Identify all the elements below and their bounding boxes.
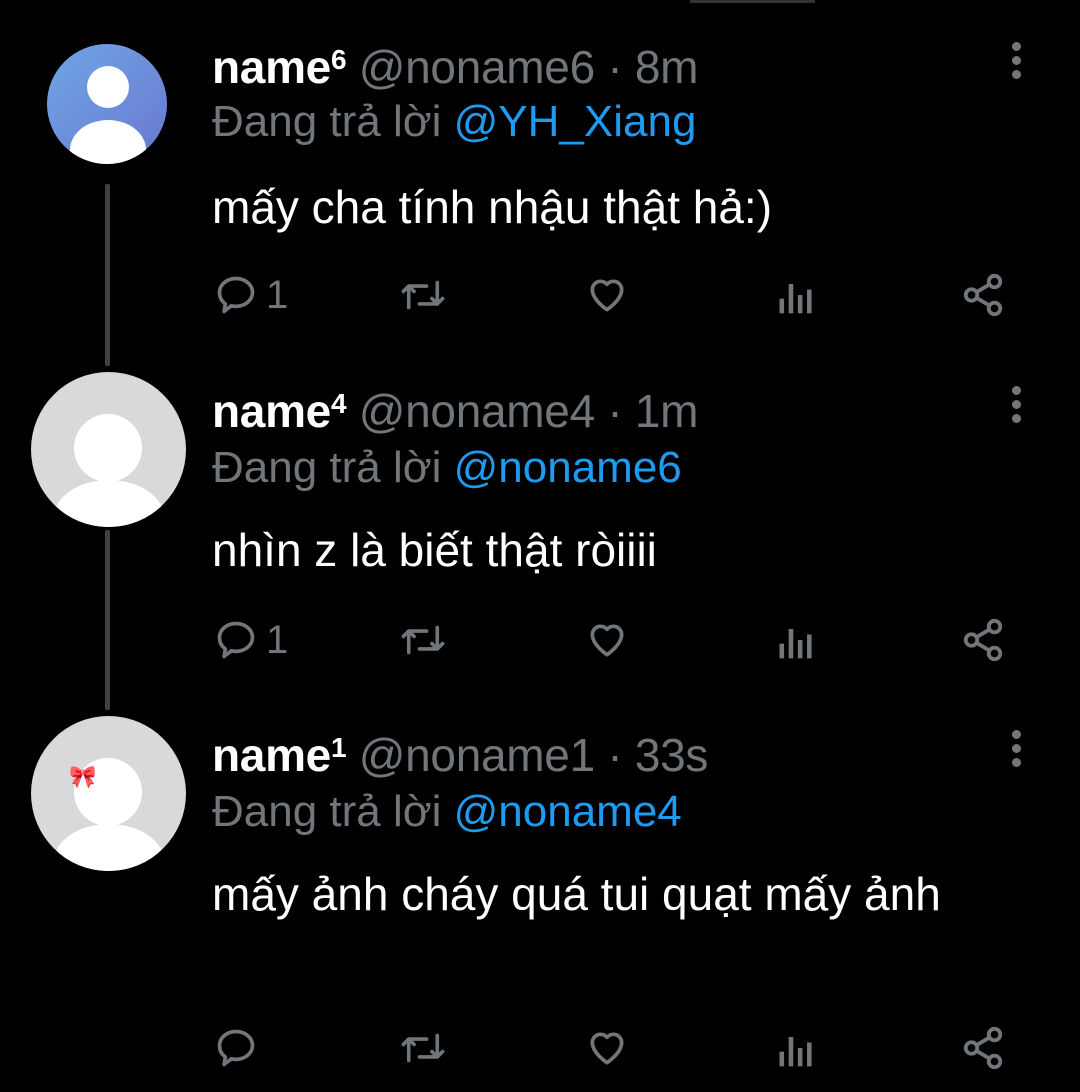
replying-to: Đang trả lời @noname4: [212, 784, 682, 840]
action-bar: [0, 1018, 1080, 1078]
reply-icon: [217, 1029, 255, 1067]
mention-link[interactable]: @noname4: [454, 787, 682, 836]
tweet[interactable]: 🎀 name1 @noname1 · 33s Đang trả lời @non…: [0, 0, 1080, 1092]
display-name[interactable]: name: [212, 729, 331, 781]
user-handle[interactable]: @noname1: [359, 729, 595, 781]
timestamp[interactable]: 33s: [635, 729, 709, 781]
tweet-text: mấy ảnh cháy quá tui quạt mấy ảnh: [212, 868, 941, 920]
reply-button[interactable]: [214, 1018, 266, 1078]
views-icon: [779, 1037, 812, 1067]
like-button[interactable]: [584, 1018, 630, 1078]
share-icon: [963, 1026, 1003, 1070]
like-icon: [590, 1032, 624, 1065]
name-superscript: 1: [330, 732, 347, 763]
retweet-button[interactable]: [398, 1018, 448, 1078]
more-icon[interactable]: [1008, 730, 1024, 772]
separator-dot: ·: [607, 729, 623, 781]
tweet-header: name1 @noname1 · 33s: [212, 720, 708, 783]
share-button[interactable]: [960, 1018, 1006, 1078]
bow-decoration: 🎀: [69, 764, 97, 789]
replying-to-label: Đang trả lời: [212, 787, 442, 836]
avatar[interactable]: 🎀: [31, 716, 186, 871]
views-button[interactable]: [776, 1018, 816, 1078]
retweet-icon: [401, 1033, 445, 1063]
